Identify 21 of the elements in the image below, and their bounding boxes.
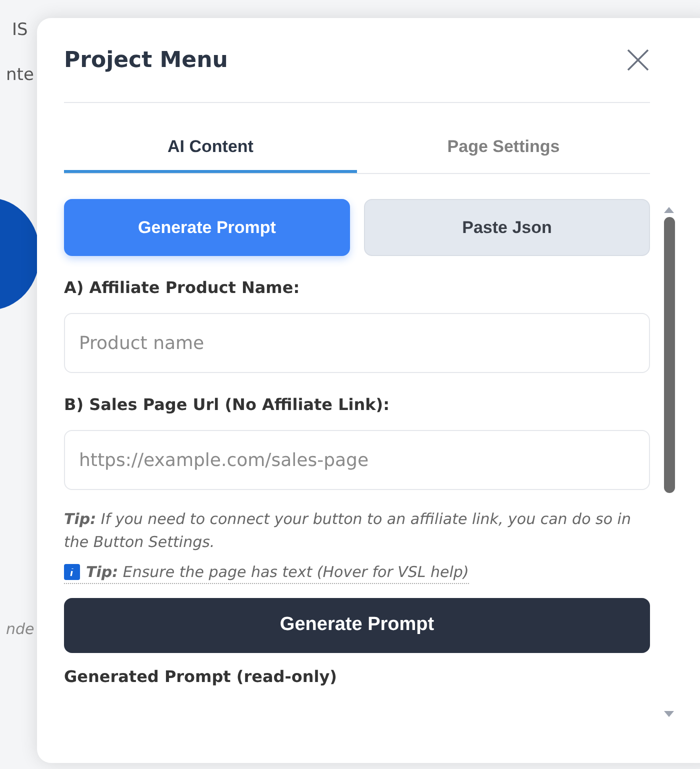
tip-text: Tip: If you need to connect your button to an affiliate link, you can do so in the Button Settings. <box>64 509 632 554</box>
background-text: nde <box>6 620 34 638</box>
input-field[interactable]: Product name <box>64 313 650 373</box>
input-field[interactable]: https://example.com/sales-page <box>64 430 650 490</box>
scroll-thumb[interactable] <box>664 217 674 493</box>
field-label: B) Sales Page Url (No Affiliate Link): <box>64 395 390 414</box>
scroll-down-icon[interactable] <box>664 711 674 717</box>
background-text: IS <box>12 20 28 40</box>
generate-button[interactable]: Generate Prompt <box>64 598 650 652</box>
mode-button[interactable]: Paste Json <box>364 199 650 256</box>
dialog-title: Project Menu <box>64 48 228 72</box>
tab[interactable]: AI Content <box>64 123 357 173</box>
background-text: nte <box>6 65 34 85</box>
scroll-up-icon[interactable] <box>664 207 674 213</box>
info-icon <box>64 564 80 580</box>
mode-button[interactable]: Generate Prompt <box>64 199 350 256</box>
field-label: Generated Prompt (read-only) <box>64 666 338 686</box>
tip-text: Tip: Ensure the page has text (Hover for VSL help) <box>86 562 469 580</box>
tab[interactable]: Page Settings <box>357 123 650 173</box>
field-label: A) Affiliate Product Name: <box>64 278 301 297</box>
close-icon[interactable] <box>626 48 650 72</box>
